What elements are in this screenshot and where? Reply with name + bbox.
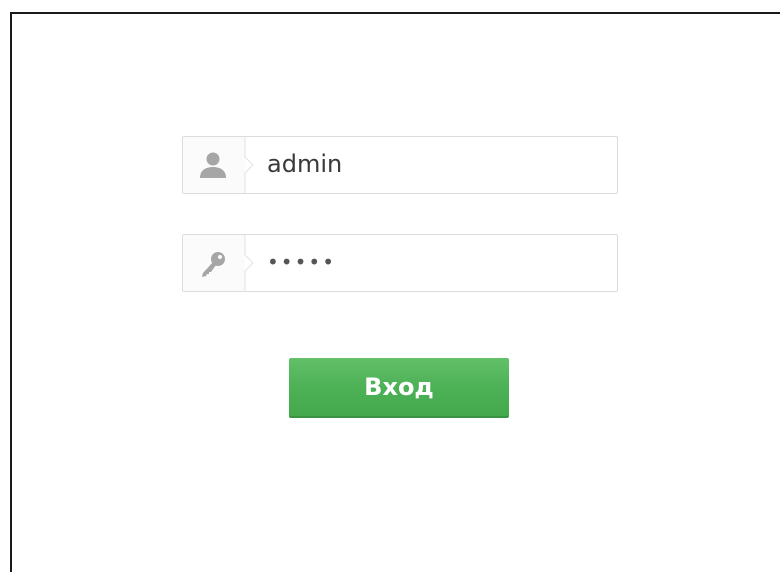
username-value[interactable]: admin bbox=[267, 137, 342, 193]
username-field[interactable]: admin bbox=[182, 136, 618, 194]
password-value[interactable]: ••••• bbox=[267, 235, 336, 291]
page-frame bbox=[10, 12, 780, 572]
login-button[interactable]: Вход bbox=[289, 358, 509, 418]
field-divider bbox=[244, 235, 254, 291]
password-field[interactable]: ••••• bbox=[182, 234, 618, 292]
field-divider bbox=[244, 137, 254, 193]
